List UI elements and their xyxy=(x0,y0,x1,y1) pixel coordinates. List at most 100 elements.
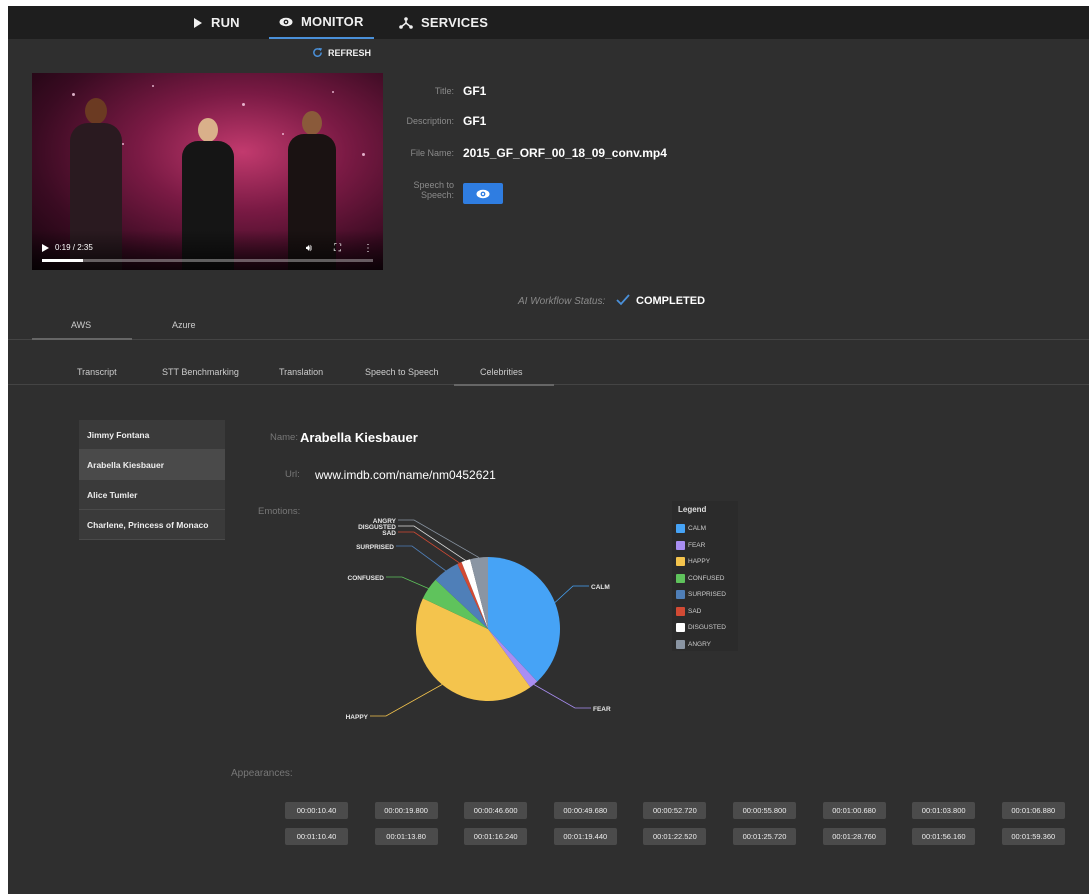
appearance-timestamp-button[interactable]: 00:00:19.800 xyxy=(374,802,438,819)
appearance-timestamp-button[interactable]: 00:01:56.160 xyxy=(912,828,976,845)
pie-label-disgusted: DISGUSTED xyxy=(358,524,396,531)
tab-aws[interactable]: AWS xyxy=(71,320,91,330)
fullscreen-icon[interactable]: ⛶ xyxy=(334,243,341,254)
refresh-button[interactable]: REFRESH xyxy=(312,47,371,58)
legend-item-confused[interactable]: CONFUSED xyxy=(676,573,724,584)
filename-label: File Name: xyxy=(410,148,454,158)
pie-slice-happy[interactable] xyxy=(415,598,531,702)
pie-callout-line xyxy=(398,525,466,561)
appearance-timestamp-button[interactable]: 00:00:49.680 xyxy=(553,802,617,819)
celebrity-list-item[interactable]: Jimmy Fontana xyxy=(79,420,225,450)
person-figure xyxy=(198,118,218,142)
video-progress-bar[interactable] xyxy=(42,259,373,262)
legend-item-fear[interactable]: FEAR xyxy=(676,540,705,551)
refresh-icon xyxy=(313,47,323,57)
pie-label-happy: HAPPY xyxy=(346,714,369,721)
description-value: GF1 xyxy=(463,114,487,128)
stage-light xyxy=(282,133,284,135)
appearance-timestamp-button[interactable]: 00:01:00.680 xyxy=(822,802,886,819)
legend-label: FEAR xyxy=(688,541,706,549)
pie-slice-disgusted[interactable] xyxy=(461,559,488,629)
appearance-timestamp-button[interactable]: 00:01:25.720 xyxy=(733,828,796,845)
name-value: Arabella Kiesbauer xyxy=(300,430,418,445)
legend-item-angry[interactable]: ANGRY xyxy=(676,639,711,650)
celebrity-list-item[interactable]: Alice Tumler xyxy=(79,480,225,510)
speech-to-speech-view-button[interactable] xyxy=(463,183,503,204)
legend-swatch xyxy=(676,573,685,583)
nav-run[interactable]: RUN xyxy=(193,6,240,39)
appearance-timestamp-button[interactable]: 00:00:52.720 xyxy=(643,802,707,819)
legend-item-sad[interactable]: SAD xyxy=(676,606,701,617)
workflow-status-label: AI Workflow Status: xyxy=(518,296,606,307)
legend-swatch xyxy=(676,590,685,599)
video-progress-fill xyxy=(42,259,83,262)
emotions-label: Emotions: xyxy=(258,506,301,517)
stage-light xyxy=(242,103,245,106)
appearance-timestamp-button[interactable]: 00:01:13.80 xyxy=(374,828,438,845)
person-figure xyxy=(302,111,322,135)
nav-run-label: RUN xyxy=(211,15,240,30)
pie-label-calm: CALM xyxy=(591,584,610,591)
eye-icon xyxy=(476,189,490,198)
tab-stt-benchmarking[interactable]: STT Benchmarking xyxy=(162,367,239,377)
name-label: Name: xyxy=(270,432,298,443)
appearance-timestamp-button[interactable]: 00:01:28.760 xyxy=(822,828,886,845)
appearance-timestamp-button[interactable]: 00:01:19.440 xyxy=(553,828,617,845)
tab-translation[interactable]: Translation xyxy=(279,367,323,377)
appearance-timestamp-button[interactable]: 00:00:55.800 xyxy=(733,802,796,819)
legend-item-disgusted[interactable]: DISGUSTED xyxy=(676,622,726,633)
appearance-timestamp-button[interactable]: 00:01:03.800 xyxy=(912,802,976,819)
celebrity-list-item[interactable]: Charlene, Princess of Monaco xyxy=(79,510,225,540)
celebrity-list-item[interactable]: Arabella Kiesbauer xyxy=(79,450,225,480)
legend-swatch xyxy=(676,524,685,533)
nav-monitor-label: MONITOR xyxy=(301,14,364,29)
pie-slice-confused[interactable] xyxy=(422,579,488,629)
appearance-timestamp-button[interactable]: 00:00:46.600 xyxy=(464,802,528,819)
appearance-timestamp-button[interactable]: 00:01:10.40 xyxy=(285,828,348,845)
legend-item-surprised[interactable]: SURPRISED xyxy=(676,589,726,600)
appearance-timestamp-button[interactable]: 00:01:22.520 xyxy=(643,828,707,845)
pie-callout-line xyxy=(398,531,460,564)
pie-callout-line xyxy=(398,519,480,558)
appearance-timestamp-button[interactable]: 00:00:10.40 xyxy=(285,802,348,819)
appearance-timestamp-button[interactable]: 00:01:06.880 xyxy=(1001,802,1065,819)
workflow-status-value: COMPLETED xyxy=(636,295,706,307)
tab-transcript[interactable]: Transcript xyxy=(77,367,117,377)
legend-label: CALM xyxy=(688,525,707,532)
pie-slice-calm[interactable] xyxy=(488,557,561,682)
pie-label-confused: CONFUSED xyxy=(348,575,385,582)
appearances-label: Appearances: xyxy=(231,768,293,779)
pie-label-fear: FEAR xyxy=(593,706,611,713)
pie-slice-surprised[interactable] xyxy=(435,563,488,629)
legend-item-happy[interactable]: HAPPY xyxy=(676,556,710,567)
person-figure xyxy=(85,98,107,124)
appearance-timestamp-button[interactable]: 00:01:16.240 xyxy=(464,828,528,845)
provider-tabs: AWS Azure xyxy=(8,312,1089,340)
legend-item-calm[interactable]: CALM xyxy=(676,523,706,534)
legend-label: CONFUSED xyxy=(688,574,725,582)
description-label: Description: xyxy=(406,116,454,126)
pie-slice-angry[interactable] xyxy=(470,557,488,629)
volume-icon[interactable]: 🔊︎ xyxy=(306,243,312,254)
pie-slice-fear[interactable] xyxy=(488,629,538,688)
pie-callout-line xyxy=(370,684,443,717)
title-label: Title: xyxy=(434,86,454,96)
play-icon[interactable] xyxy=(42,243,49,252)
nav-monitor[interactable]: MONITOR xyxy=(269,6,374,39)
legend-swatch xyxy=(676,540,685,550)
appearance-timestamp-button[interactable]: 00:01:59.360 xyxy=(1001,828,1065,845)
tab-azure[interactable]: Azure xyxy=(172,320,196,330)
pie-label-surprised: SURPRISED xyxy=(356,544,394,551)
url-value[interactable]: www.imdb.com/name/nm0452621 xyxy=(315,468,496,482)
stage-light xyxy=(122,143,124,145)
pie-slice-sad[interactable] xyxy=(457,562,488,629)
pie-callout-line xyxy=(386,576,429,589)
stage-light xyxy=(72,93,75,96)
tab-celebrities[interactable]: Celebrities xyxy=(480,367,523,377)
nav-services[interactable]: SERVICES xyxy=(399,6,488,39)
tab-speech-to-speech[interactable]: Speech to Speech xyxy=(365,367,439,377)
more-options-icon[interactable]: ⋮ xyxy=(363,243,373,254)
video-player[interactable]: 0:19 / 2:35 🔊︎ ⛶ ⋮ xyxy=(32,73,383,270)
pie-label-angry: ANGRY xyxy=(373,518,397,525)
speech-to-speech-label-line1: Speech to xyxy=(413,180,454,190)
